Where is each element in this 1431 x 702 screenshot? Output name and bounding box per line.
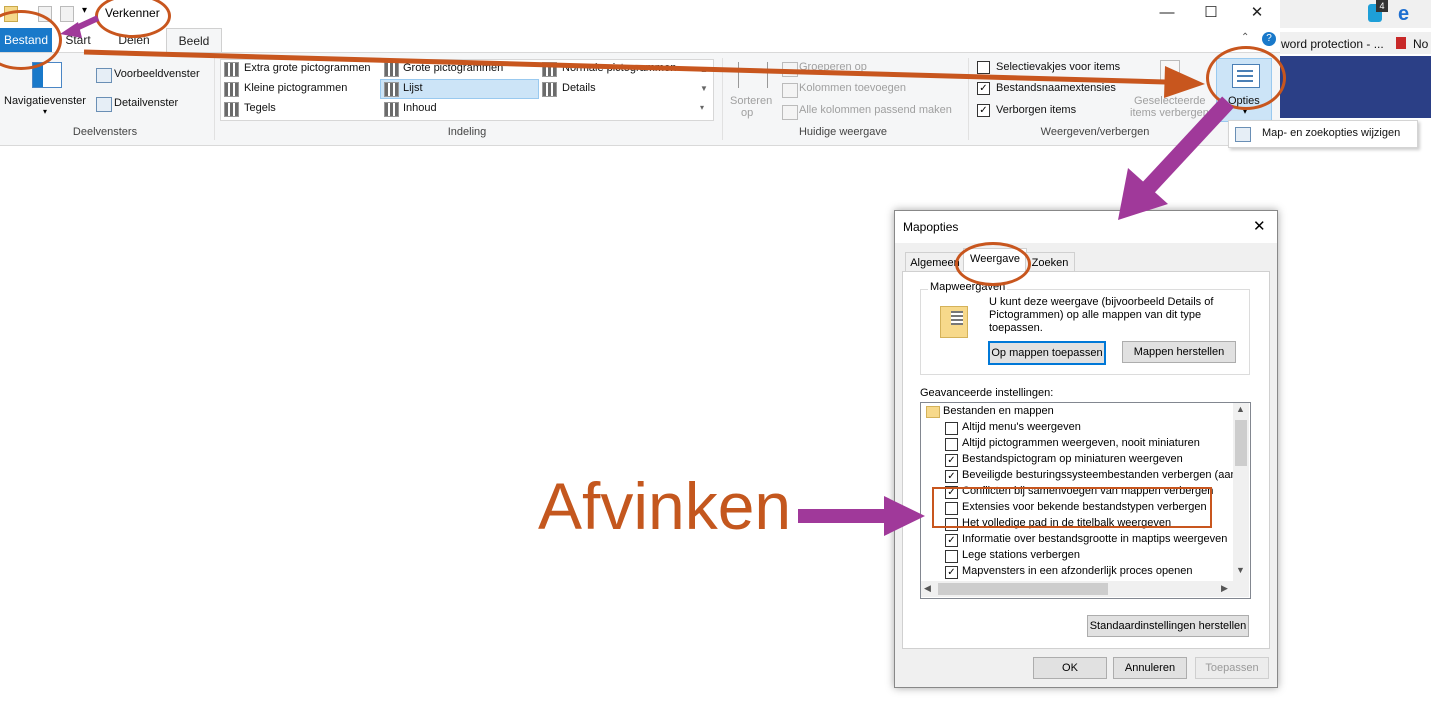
orange-arrow-head xyxy=(1164,66,1205,98)
orange-arrow-line xyxy=(83,49,1166,85)
annotation-afvinken: Afvinken xyxy=(538,469,792,543)
purple-arrow-line xyxy=(1142,96,1234,194)
purple-arrow-head xyxy=(884,496,925,536)
annotation-arrows xyxy=(60,15,1234,536)
